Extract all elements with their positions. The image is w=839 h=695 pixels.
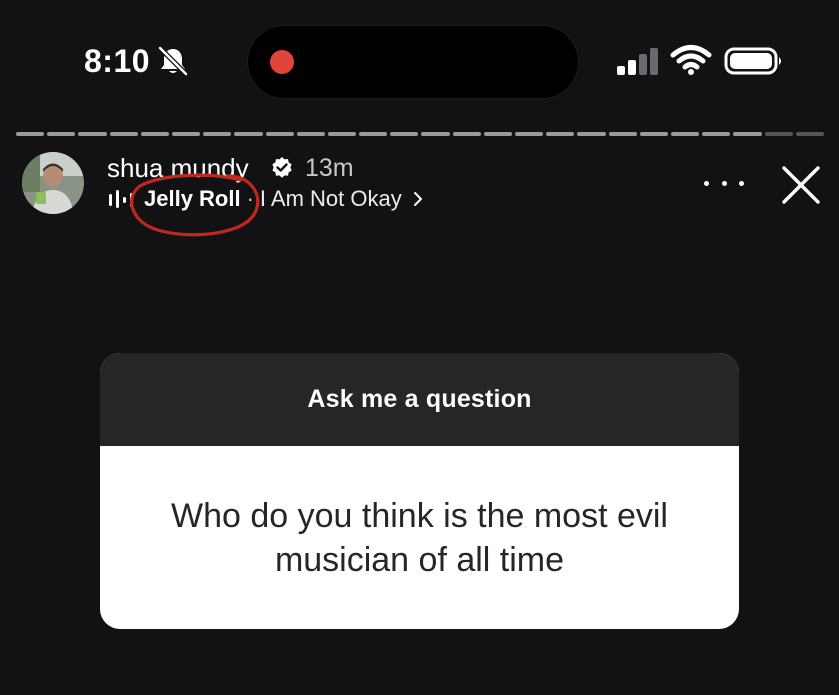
- chevron-right-icon: [413, 192, 422, 206]
- dynamic-island: [248, 26, 578, 98]
- verified-badge-icon: [272, 157, 292, 178]
- music-artist[interactable]: Jelly Roll: [144, 186, 241, 212]
- progress-segment: [515, 132, 544, 136]
- progress-segment: [234, 132, 263, 136]
- progress-segment: [452, 132, 481, 136]
- question-sticker[interactable]: Ask me a question Who do you think is th…: [100, 353, 739, 629]
- progress-segment: [764, 132, 793, 136]
- status-time: 8:10: [84, 43, 151, 79]
- progress-segment: [16, 132, 45, 136]
- progress-segment: [670, 132, 700, 136]
- bell-off-icon: [158, 46, 188, 76]
- progress-segment: [702, 132, 731, 136]
- progress-segment: [140, 132, 169, 136]
- close-icon[interactable]: [778, 162, 824, 208]
- progress-segment: [327, 132, 357, 136]
- progress-segment: [203, 132, 232, 136]
- progress-segment: [546, 132, 575, 136]
- progress-segment: [795, 132, 824, 136]
- question-text: Who do you think is the most evil musici…: [170, 496, 668, 579]
- post-time: 13m: [305, 154, 354, 182]
- question-prompt: Ask me a question: [100, 353, 739, 446]
- avatar[interactable]: [22, 152, 84, 214]
- progress-segment: [733, 132, 762, 136]
- progress-segment: [483, 132, 512, 136]
- progress-segment: [359, 132, 388, 136]
- battery-icon: [724, 47, 781, 75]
- progress-segment: [296, 132, 325, 136]
- recording-indicator: [270, 50, 294, 74]
- progress-segment: [109, 132, 138, 136]
- progress-segment: [577, 132, 606, 136]
- music-song-title[interactable]: I Am Not Okay: [260, 186, 402, 212]
- username[interactable]: shua mundy: [107, 153, 249, 183]
- more-dot: [704, 180, 709, 186]
- progress-segment: [421, 132, 450, 136]
- progress-segment: [78, 132, 107, 136]
- progress-segment: [390, 132, 419, 136]
- music-attribution[interactable]: Jelly Roll · I Am Not Okay: [108, 184, 424, 214]
- progress-segment: [265, 132, 294, 136]
- progress-segment: [171, 132, 201, 136]
- story-progress-bar: [16, 132, 824, 136]
- music-separator: ·: [246, 186, 254, 211]
- progress-segment: [47, 132, 76, 136]
- music-bars-icon: [109, 190, 133, 208]
- progress-segment: [608, 132, 637, 136]
- more-dot: [721, 180, 727, 186]
- cellular-signal-icon: [617, 48, 658, 75]
- more-options-button[interactable]: [704, 170, 744, 196]
- wifi-icon: [670, 45, 712, 75]
- progress-segment: [639, 132, 668, 136]
- more-dot: [739, 180, 744, 186]
